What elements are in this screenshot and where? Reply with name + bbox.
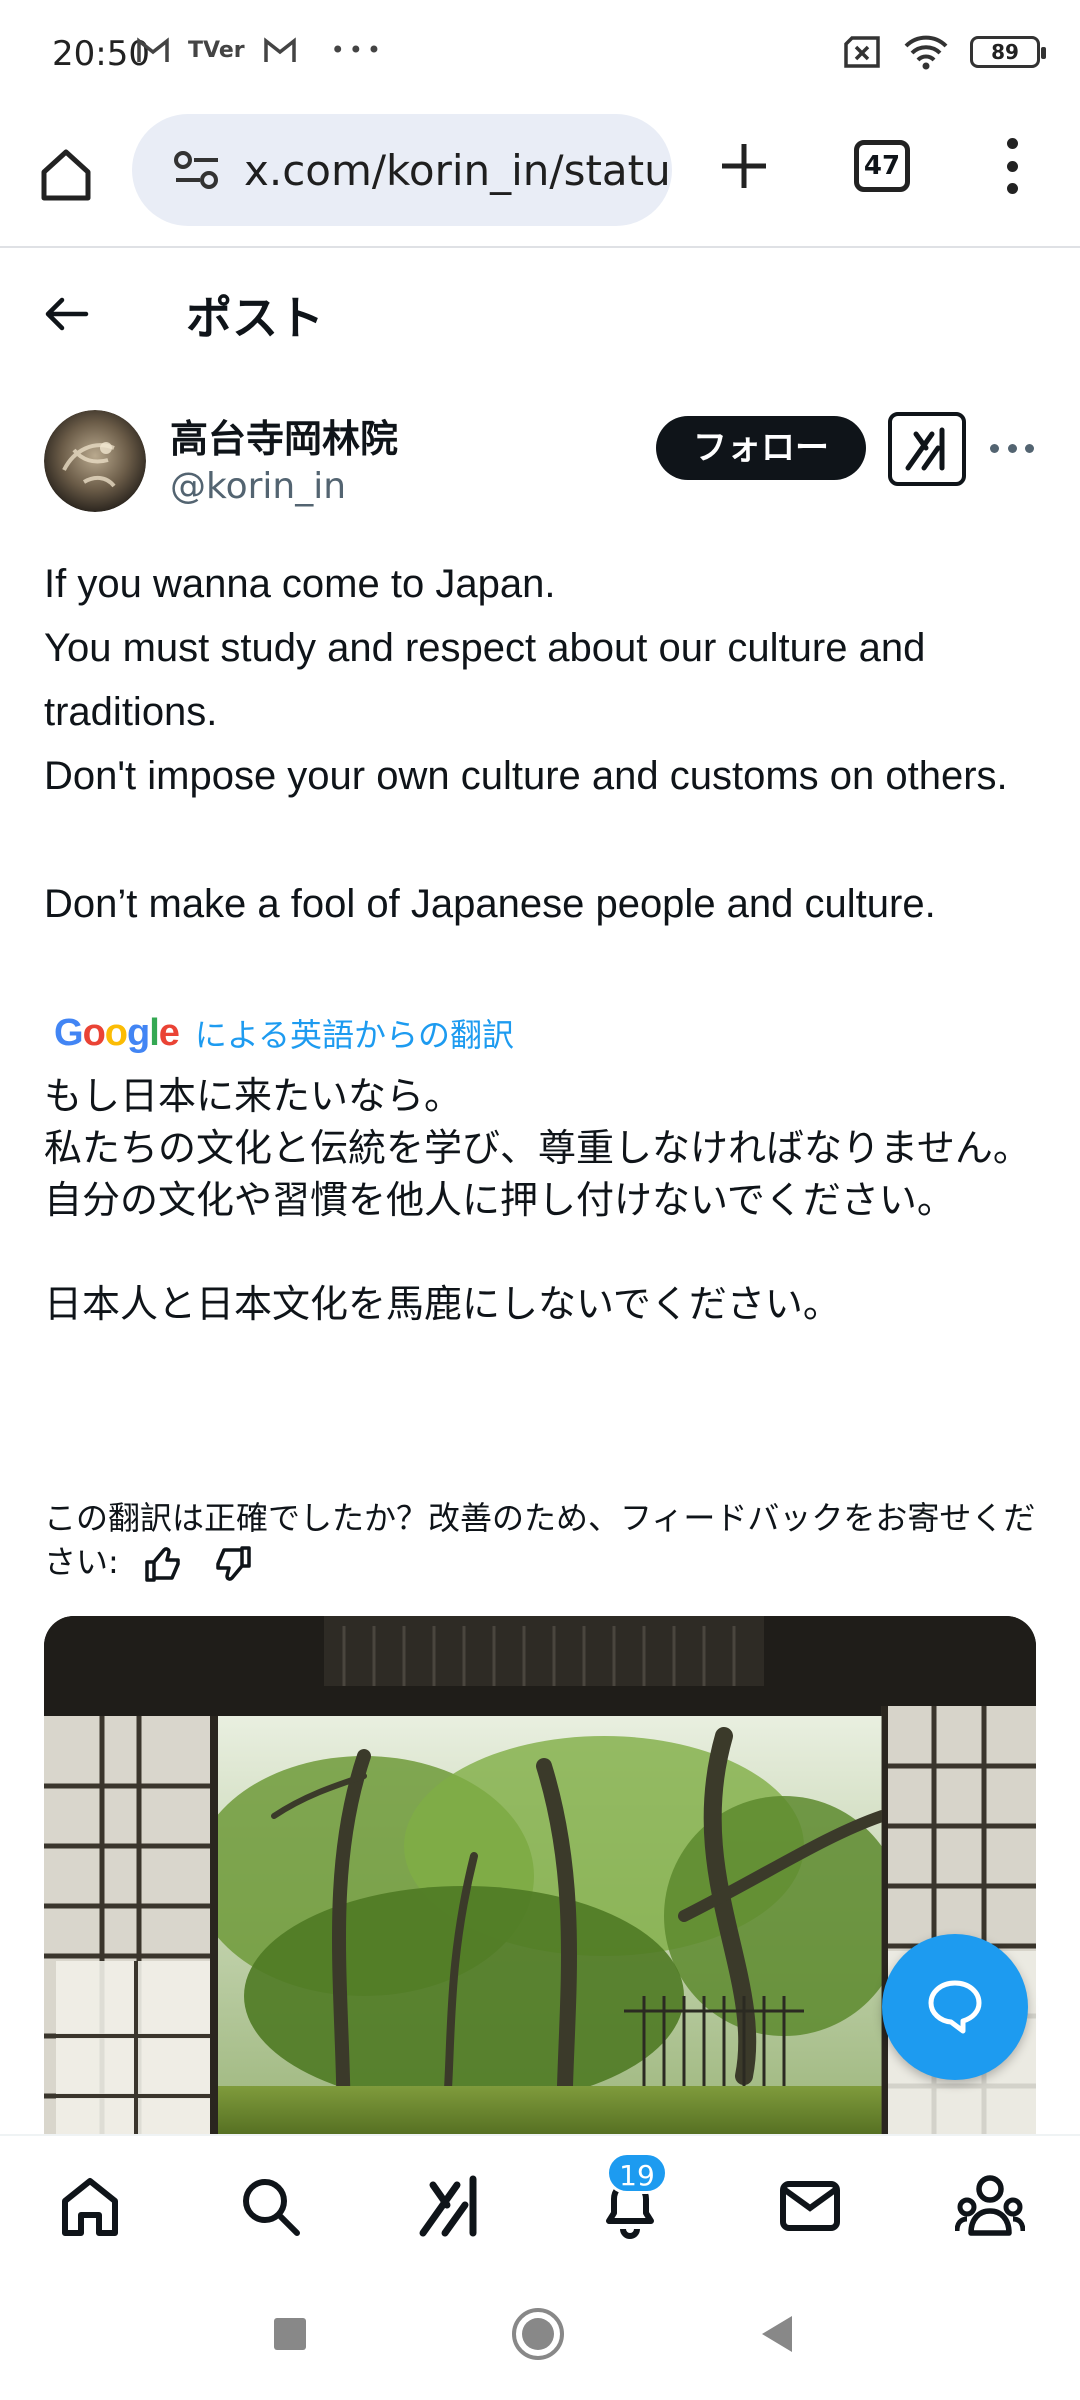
no-sim-icon <box>844 36 880 68</box>
home-circle-icon[interactable] <box>510 2306 566 2362</box>
notifications-badge: 19 <box>606 2152 668 2194</box>
new-tab-plus-icon[interactable] <box>712 134 776 198</box>
nav-home[interactable] <box>50 2166 130 2246</box>
tab-switcher-button[interactable]: 47 <box>854 140 910 192</box>
url-bar[interactable]: x.com/korin_in/status <box>132 114 672 226</box>
follow-button[interactable]: フォロー <box>656 416 866 480</box>
nav-grok[interactable] <box>410 2166 490 2246</box>
browser-home-button[interactable] <box>30 138 102 210</box>
author-handle[interactable]: @korin_in <box>170 466 346 507</box>
tver-icon: TVer <box>188 37 245 63</box>
browser-menu-button[interactable] <box>990 134 1034 198</box>
system-status-icons: 89 <box>842 34 1046 70</box>
bottom-nav <box>0 2134 1080 2272</box>
more-notifications-icon: ••• <box>330 36 386 64</box>
home-icon <box>62 2178 118 2236</box>
author-name[interactable]: 高台寺岡林院 <box>170 408 398 463</box>
system-nav-bar <box>0 2272 1080 2400</box>
url-text[interactable]: x.com/korin_in/status <box>244 146 672 195</box>
grok-icon <box>905 427 945 471</box>
post-body: If you wanna come to Japan. You must stu… <box>44 562 1008 926</box>
search-icon <box>243 2179 300 2236</box>
grok-icon <box>419 2175 477 2237</box>
post-image[interactable] <box>44 1616 1036 2136</box>
thumbs-down-icon[interactable] <box>213 1544 253 1584</box>
page-title: ポスト <box>186 291 324 345</box>
nav-messages[interactable] <box>770 2166 850 2246</box>
site-settings-icon[interactable] <box>172 145 222 195</box>
notification-icons: TVer ••• <box>136 36 385 64</box>
translation-label[interactable]: による英語からの翻訳 <box>195 1010 514 1056</box>
wifi-icon <box>904 35 948 70</box>
translated-body: もし日本に来たいなら。 私たちの文化と伝統を学び、尊重しなければなりません。 自… <box>44 1074 1031 1326</box>
post-header: ポスト <box>0 250 1080 380</box>
google-logo: Google <box>54 1011 180 1054</box>
compose-button[interactable] <box>882 1934 1028 2080</box>
nav-search[interactable] <box>230 2166 310 2246</box>
gmail-icon <box>263 37 296 62</box>
translation-attribution[interactable]: Google による英語からの翻訳 <box>54 1010 514 1056</box>
browser-toolbar: x.com/korin_in/status 47 <box>0 110 1080 248</box>
avatar[interactable] <box>44 410 146 512</box>
battery-level: 89 <box>991 40 1019 64</box>
tab-count: 47 <box>863 151 901 181</box>
post-text: If you wanna come to Japan. You must stu… <box>44 552 1044 936</box>
chat-bubble-icon <box>928 1980 982 2034</box>
home-icon <box>41 149 91 201</box>
messages-icon <box>780 2181 840 2231</box>
recents-icon[interactable] <box>270 2314 310 2354</box>
back-triangle-icon[interactable] <box>756 2312 796 2356</box>
communities-icon <box>955 2175 1025 2236</box>
back-arrow-icon[interactable] <box>36 284 96 344</box>
thumbs-up-icon[interactable] <box>143 1544 183 1584</box>
post-more-button[interactable] <box>990 440 1034 456</box>
translation-feedback: この翻訳は正確でしたか？改善のため、フィードバックをお寄せください: <box>44 1496 1044 1584</box>
grok-button[interactable] <box>888 412 966 486</box>
nav-communities[interactable] <box>950 2166 1030 2246</box>
gmail-icon <box>137 37 169 62</box>
battery-icon: 89 <box>970 36 1046 68</box>
status-bar: 20:50 TVer ••• 89 <box>0 0 1080 110</box>
translated-text: もし日本に来たいなら。 私たちの文化と伝統を学び、尊重しなければなりません。 自… <box>44 1070 1044 1330</box>
